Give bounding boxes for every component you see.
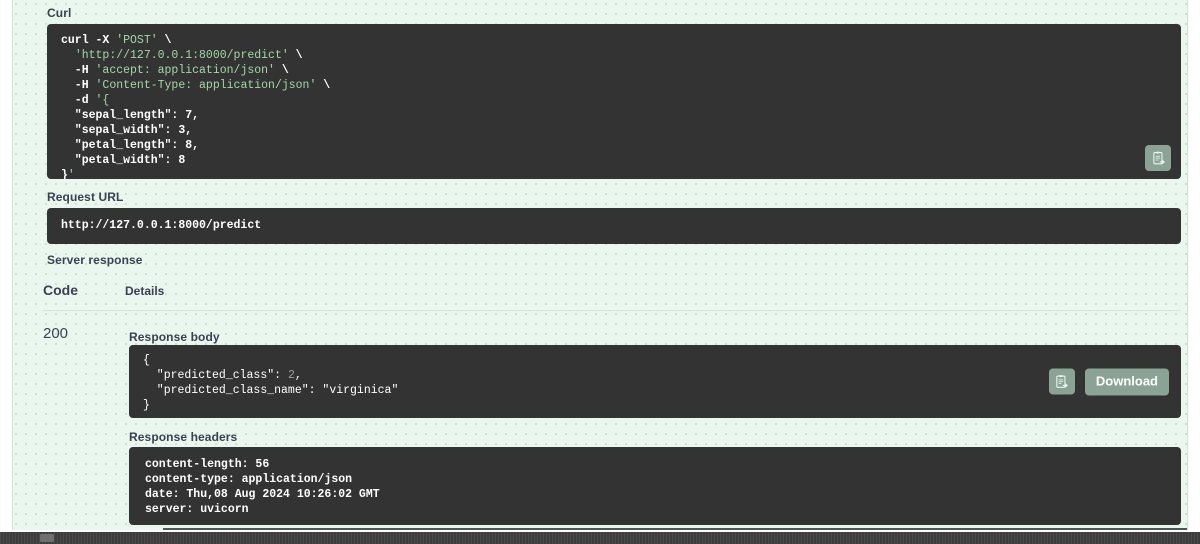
response-headers-label: Response headers	[129, 430, 238, 444]
curl-code-block: curl -X 'POST' \ 'http://127.0.0.1:8000/…	[47, 24, 1181, 179]
response-headers-text: content-length: 56 content-type: applicat…	[145, 458, 380, 516]
column-header-details: Details	[125, 284, 165, 298]
table-header-divider	[43, 310, 1181, 311]
next-row-divider	[163, 528, 1187, 530]
curl-section-label: Curl	[47, 6, 72, 20]
server-response-section-label: Server response	[47, 253, 143, 267]
horizontal-scrollbar-thumb[interactable]	[40, 534, 54, 542]
swagger-response-panel: Curl curl -X 'POST' \ 'http://127.0.0.1:…	[12, 0, 1188, 530]
panel-content: Curl curl -X 'POST' \ 'http://127.0.0.1:…	[13, 0, 1187, 530]
response-body-code-block: { "predicted_class": 2, "predicted_class…	[129, 345, 1181, 418]
response-headers-code-block: content-length: 56 content-type: applicat…	[129, 447, 1181, 525]
response-status-code: 200	[43, 325, 69, 342]
response-body-actions: Download	[1048, 368, 1169, 395]
copy-icon	[1152, 151, 1165, 164]
curl-code-text: curl -X 'POST' \ 'http://127.0.0.1:8000/…	[61, 34, 331, 179]
request-url-value: http://127.0.0.1:8000/predict	[61, 219, 262, 232]
request-url-block: http://127.0.0.1:8000/predict	[47, 208, 1181, 244]
response-body-text: { "predicted_class": 2, "predicted_class…	[143, 354, 399, 412]
horizontal-scrollbar[interactable]	[0, 532, 1200, 544]
response-body-label: Response body	[129, 330, 220, 344]
copy-to-clipboard-icon-button[interactable]	[1048, 368, 1075, 395]
column-header-code: Code	[43, 282, 78, 298]
response-table-header: Code Details	[43, 282, 1181, 310]
browser-viewport: Curl curl -X 'POST' \ 'http://127.0.0.1:…	[0, 0, 1200, 544]
copy-to-clipboard-icon-button[interactable]	[1145, 145, 1171, 171]
copy-icon	[1056, 374, 1069, 388]
request-url-section-label: Request URL	[47, 190, 124, 204]
download-button[interactable]: Download	[1084, 368, 1169, 395]
